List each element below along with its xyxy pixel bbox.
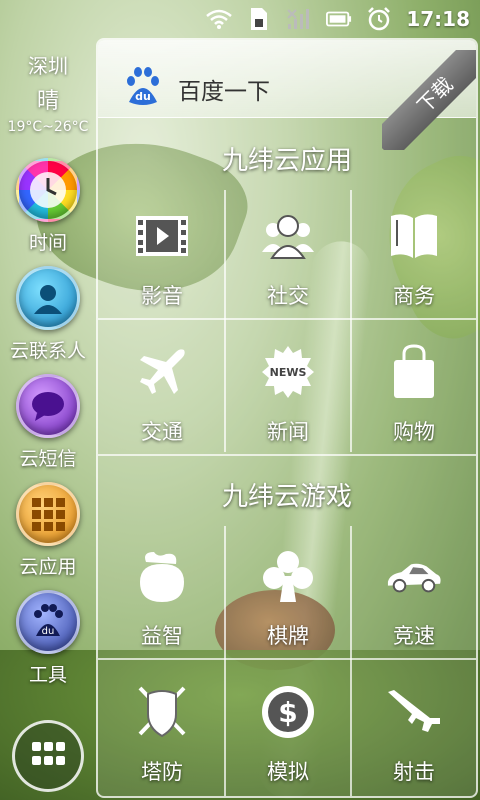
news-badge-text: NEWS [270, 366, 307, 379]
apps-icon [16, 482, 80, 546]
app-label: 社交 [267, 284, 309, 308]
dock-item-contacts[interactable]: 云联系人 [0, 266, 96, 363]
download-ribbon[interactable]: 下载 [382, 50, 476, 150]
app-label: 购物 [393, 420, 435, 444]
game-cell-racing[interactable]: 竞速 [352, 548, 476, 684]
dock-item-sms[interactable]: 云短信 [0, 374, 96, 471]
battery-icon [326, 7, 352, 31]
section-title-games: 九纬云游戏 [221, 482, 352, 512]
clock-icon [16, 158, 80, 222]
baidu-search-bar[interactable]: du 百度一下 下载 [98, 40, 476, 150]
shield-swords-icon [134, 684, 190, 740]
app-cell-social[interactable]: 社交 [226, 208, 350, 344]
baidu-paw-icon: du [127, 67, 159, 105]
dollar-coin-icon: $ [260, 684, 316, 740]
app-drawer-button[interactable] [12, 720, 84, 792]
app-label: 商务 [393, 284, 435, 308]
game-label: 射击 [393, 760, 435, 784]
status-bar: 17:18 [0, 0, 480, 38]
svg-text:$: $ [278, 696, 297, 729]
left-dock: 深圳 晴 19°C~26°C 时间 云联系人 云短信 云应用 du 工具 [0, 40, 96, 800]
baidu-tools-icon: du [16, 590, 80, 654]
dock-item-tools[interactable]: du 工具 [0, 590, 96, 687]
dock-item-clock[interactable]: 时间 [0, 158, 96, 255]
game-cell-simulation[interactable]: $ 模拟 [226, 684, 350, 796]
people-icon [260, 208, 316, 264]
download-label: 下载 [382, 50, 476, 150]
app-cell-news[interactable]: NEWS 新闻 [226, 344, 350, 480]
club-card-icon [260, 548, 316, 604]
dock-label: 时间 [28, 232, 67, 254]
main-panel: du 百度一下 下载 九纬云应用 影音 社交 商务 交通 NEWS 新闻 购物 … [96, 38, 478, 798]
app-label: 新闻 [267, 420, 309, 444]
contacts-icon [16, 266, 80, 330]
app-cell-video[interactable]: 影音 [100, 208, 224, 344]
dock-item-apps[interactable]: 云应用 [0, 482, 96, 579]
signal-icon [286, 7, 312, 31]
weather-condition: 晴 [36, 89, 59, 114]
weather-temperature: 19°C~26°C [7, 119, 89, 135]
dock-label: 云应用 [19, 556, 77, 578]
film-icon [134, 208, 190, 264]
section-title-apps: 九纬云应用 [221, 146, 352, 176]
game-cell-cards[interactable]: 棋牌 [226, 548, 350, 684]
sd-card-icon [246, 7, 272, 31]
race-car-icon [386, 548, 442, 604]
game-label: 棋牌 [267, 624, 309, 648]
grid-icon [32, 742, 65, 765]
game-cell-puzzle[interactable]: 益智 [100, 548, 224, 684]
svg-text:du: du [42, 626, 55, 637]
weather-city: 深圳 [28, 54, 68, 78]
puzzle-bag-icon [134, 548, 190, 604]
dock-label: 工具 [28, 664, 67, 686]
app-label: 影音 [141, 284, 183, 308]
app-cell-transport[interactable]: 交通 [100, 344, 224, 480]
game-cell-tower-defense[interactable]: 塔防 [100, 684, 224, 796]
game-label: 塔防 [141, 760, 183, 784]
game-label: 模拟 [267, 760, 309, 784]
app-cell-shopping[interactable]: 购物 [352, 344, 476, 480]
game-cell-shooting[interactable]: 射击 [352, 684, 476, 796]
svg-text:du: du [135, 90, 151, 103]
app-cell-business[interactable]: 商务 [352, 208, 476, 344]
rifle-icon [386, 684, 442, 740]
app-label: 交通 [141, 420, 183, 444]
game-label: 竞速 [393, 624, 435, 648]
status-time: 17:18 [406, 7, 470, 31]
alarm-icon [366, 7, 392, 31]
news-badge-icon: NEWS [260, 344, 316, 400]
shopping-bag-icon [386, 344, 442, 400]
wifi-icon [206, 7, 233, 31]
game-label: 益智 [141, 624, 183, 648]
dock-label: 云联系人 [9, 340, 86, 362]
weather-widget[interactable]: 深圳 晴 19°C~26°C [0, 50, 96, 135]
search-label: 百度一下 [178, 79, 270, 105]
airplane-icon [134, 344, 190, 400]
sms-icon [16, 374, 80, 438]
book-icon [386, 208, 442, 264]
dock-label: 云短信 [19, 448, 77, 470]
